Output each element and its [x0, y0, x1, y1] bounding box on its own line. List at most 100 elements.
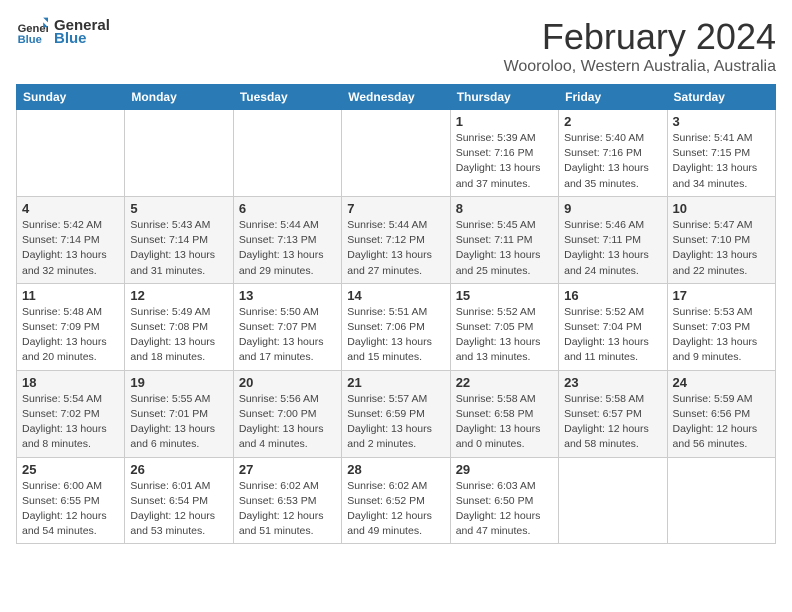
- day-number: 26: [130, 462, 227, 477]
- calendar-title: February 2024: [504, 16, 776, 58]
- calendar-cell: 18Sunrise: 5:54 AM Sunset: 7:02 PM Dayli…: [17, 370, 125, 457]
- day-info: Sunrise: 5:50 AM Sunset: 7:07 PM Dayligh…: [239, 305, 336, 366]
- calendar-cell: 26Sunrise: 6:01 AM Sunset: 6:54 PM Dayli…: [125, 457, 233, 544]
- day-number: 17: [673, 288, 770, 303]
- weekday-header-thursday: Thursday: [450, 85, 558, 110]
- day-number: 27: [239, 462, 336, 477]
- day-number: 7: [347, 201, 444, 216]
- calendar-cell: 25 Sunrise: 6:00 AM Sunset: 6:55 PM Dayli…: [17, 457, 125, 544]
- calendar-cell: 3Sunrise: 5:41 AM Sunset: 7:15 PM Daylig…: [667, 110, 775, 197]
- calendar-cell: [342, 110, 450, 197]
- calendar-cell: 29 Sunrise: 6:03 AM Sunset: 6:50 PM Dayli…: [450, 457, 558, 544]
- day-number: 16: [564, 288, 661, 303]
- calendar-cell: 6 Sunrise: 5:44 AM Sunset: 7:13 PM Daylig…: [233, 196, 341, 283]
- day-number: 22: [456, 375, 553, 390]
- calendar-cell: [559, 457, 667, 544]
- calendar-cell: 4 Sunrise: 5:42 AM Sunset: 7:14 PM Daylig…: [17, 196, 125, 283]
- calendar-cell: 11 Sunrise: 5:48 AM Sunset: 7:09 PM Dayli…: [17, 283, 125, 370]
- day-info: Sunrise: 5:54 AM Sunset: 7:02 PM Dayligh…: [22, 392, 119, 453]
- calendar-cell: 22 Sunrise: 5:58 AM Sunset: 6:58 PM Dayli…: [450, 370, 558, 457]
- day-number: 12: [130, 288, 227, 303]
- calendar-table: SundayMondayTuesdayWednesdayThursdayFrid…: [16, 84, 776, 544]
- calendar-subtitle: Wooroloo, Western Australia, Australia: [504, 58, 776, 76]
- day-info: Sunrise: 5:49 AM Sunset: 7:08 PM Dayligh…: [130, 305, 227, 366]
- day-number: 1: [456, 114, 553, 129]
- calendar-cell: 1 Sunrise: 5:39 AM Sunset: 7:16 PM Daylig…: [450, 110, 558, 197]
- day-info: Sunrise: 5:48 AM Sunset: 7:09 PM Dayligh…: [22, 305, 119, 366]
- calendar-week-row: 25 Sunrise: 6:00 AM Sunset: 6:55 PM Dayli…: [17, 457, 776, 544]
- day-info: Sunrise: 5:52 AM Sunset: 7:04 PM Dayligh…: [564, 305, 661, 366]
- day-info: Sunrise: 5:45 AM Sunset: 7:11 PM Dayligh…: [456, 218, 553, 279]
- weekday-header-tuesday: Tuesday: [233, 85, 341, 110]
- calendar-cell: 10 Sunrise: 5:47 AM Sunset: 7:10 PM Dayli…: [667, 196, 775, 283]
- day-number: 14: [347, 288, 444, 303]
- calendar-cell: 19Sunrise: 5:55 AM Sunset: 7:01 PM Dayli…: [125, 370, 233, 457]
- calendar-cell: 12 Sunrise: 5:49 AM Sunset: 7:08 PM Dayli…: [125, 283, 233, 370]
- page-header: General Blue General Blue February 2024 …: [16, 16, 776, 76]
- calendar-cell: [233, 110, 341, 197]
- day-number: 19: [130, 375, 227, 390]
- calendar-cell: [667, 457, 775, 544]
- day-number: 10: [673, 201, 770, 216]
- day-info: Sunrise: 5:39 AM Sunset: 7:16 PM Dayligh…: [456, 131, 553, 192]
- calendar-cell: 28 Sunrise: 6:02 AM Sunset: 6:52 PM Dayli…: [342, 457, 450, 544]
- calendar-week-row: 1 Sunrise: 5:39 AM Sunset: 7:16 PM Daylig…: [17, 110, 776, 197]
- weekday-header-saturday: Saturday: [667, 85, 775, 110]
- day-number: 24: [673, 375, 770, 390]
- weekday-header-sunday: Sunday: [17, 85, 125, 110]
- calendar-cell: 24Sunrise: 5:59 AM Sunset: 6:56 PM Dayli…: [667, 370, 775, 457]
- day-number: 8: [456, 201, 553, 216]
- calendar-week-row: 11 Sunrise: 5:48 AM Sunset: 7:09 PM Dayli…: [17, 283, 776, 370]
- day-info: Sunrise: 5:44 AM Sunset: 7:12 PM Dayligh…: [347, 218, 444, 279]
- day-number: 2: [564, 114, 661, 129]
- calendar-cell: 23 Sunrise: 5:58 AM Sunset: 6:57 PM Dayli…: [559, 370, 667, 457]
- day-number: 29: [456, 462, 553, 477]
- calendar-cell: [17, 110, 125, 197]
- calendar-week-row: 18Sunrise: 5:54 AM Sunset: 7:02 PM Dayli…: [17, 370, 776, 457]
- day-number: 4: [22, 201, 119, 216]
- calendar-cell: 15Sunrise: 5:52 AM Sunset: 7:05 PM Dayli…: [450, 283, 558, 370]
- calendar-cell: 2 Sunrise: 5:40 AM Sunset: 7:16 PM Daylig…: [559, 110, 667, 197]
- weekday-header-monday: Monday: [125, 85, 233, 110]
- day-number: 25: [22, 462, 119, 477]
- day-info: Sunrise: 5:57 AM Sunset: 6:59 PM Dayligh…: [347, 392, 444, 453]
- day-number: 11: [22, 288, 119, 303]
- day-info: Sunrise: 5:47 AM Sunset: 7:10 PM Dayligh…: [673, 218, 770, 279]
- day-number: 5: [130, 201, 227, 216]
- logo: General Blue General Blue: [16, 16, 110, 48]
- svg-text:Blue: Blue: [18, 34, 42, 46]
- day-number: 6: [239, 201, 336, 216]
- weekday-header-friday: Friday: [559, 85, 667, 110]
- day-info: Sunrise: 6:00 AM Sunset: 6:55 PM Dayligh…: [22, 479, 119, 540]
- day-number: 20: [239, 375, 336, 390]
- day-info: Sunrise: 6:03 AM Sunset: 6:50 PM Dayligh…: [456, 479, 553, 540]
- weekday-header-wednesday: Wednesday: [342, 85, 450, 110]
- day-info: Sunrise: 5:56 AM Sunset: 7:00 PM Dayligh…: [239, 392, 336, 453]
- calendar-cell: 13 Sunrise: 5:50 AM Sunset: 7:07 PM Dayli…: [233, 283, 341, 370]
- day-info: Sunrise: 5:44 AM Sunset: 7:13 PM Dayligh…: [239, 218, 336, 279]
- logo-icon: General Blue: [16, 16, 48, 48]
- calendar-cell: [125, 110, 233, 197]
- day-info: Sunrise: 5:58 AM Sunset: 6:58 PM Dayligh…: [456, 392, 553, 453]
- day-number: 23: [564, 375, 661, 390]
- calendar-cell: 9Sunrise: 5:46 AM Sunset: 7:11 PM Daylig…: [559, 196, 667, 283]
- calendar-week-row: 4 Sunrise: 5:42 AM Sunset: 7:14 PM Daylig…: [17, 196, 776, 283]
- day-info: Sunrise: 5:52 AM Sunset: 7:05 PM Dayligh…: [456, 305, 553, 366]
- calendar-cell: 17 Sunrise: 5:53 AM Sunset: 7:03 PM Dayli…: [667, 283, 775, 370]
- day-info: Sunrise: 5:42 AM Sunset: 7:14 PM Dayligh…: [22, 218, 119, 279]
- day-info: Sunrise: 5:53 AM Sunset: 7:03 PM Dayligh…: [673, 305, 770, 366]
- day-info: Sunrise: 5:43 AM Sunset: 7:14 PM Dayligh…: [130, 218, 227, 279]
- day-info: Sunrise: 5:58 AM Sunset: 6:57 PM Dayligh…: [564, 392, 661, 453]
- day-number: 28: [347, 462, 444, 477]
- weekday-header-row: SundayMondayTuesdayWednesdayThursdayFrid…: [17, 85, 776, 110]
- calendar-cell: 27Sunrise: 6:02 AM Sunset: 6:53 PM Dayli…: [233, 457, 341, 544]
- day-info: Sunrise: 6:02 AM Sunset: 6:52 PM Dayligh…: [347, 479, 444, 540]
- title-area: February 2024 Wooroloo, Western Australi…: [504, 16, 776, 76]
- calendar-cell: 8 Sunrise: 5:45 AM Sunset: 7:11 PM Daylig…: [450, 196, 558, 283]
- day-info: Sunrise: 5:41 AM Sunset: 7:15 PM Dayligh…: [673, 131, 770, 192]
- day-info: Sunrise: 5:40 AM Sunset: 7:16 PM Dayligh…: [564, 131, 661, 192]
- calendar-cell: 21Sunrise: 5:57 AM Sunset: 6:59 PM Dayli…: [342, 370, 450, 457]
- day-number: 9: [564, 201, 661, 216]
- day-number: 13: [239, 288, 336, 303]
- calendar-cell: 14Sunrise: 5:51 AM Sunset: 7:06 PM Dayli…: [342, 283, 450, 370]
